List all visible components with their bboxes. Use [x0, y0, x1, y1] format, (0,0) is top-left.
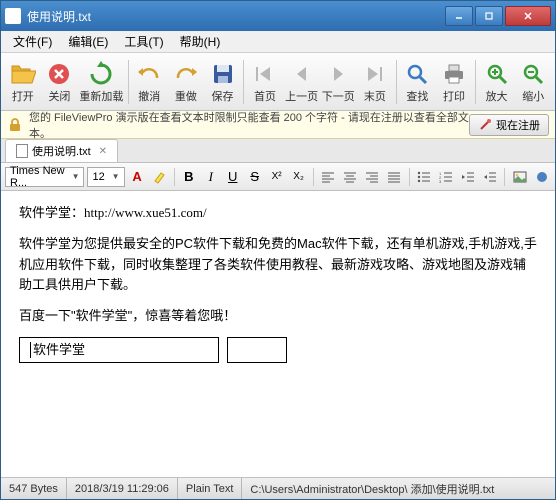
- content-para-1: 软件学堂为您提供最安全的PC软件下载和免费的Mac软件下载，还有单机游戏,手机游…: [19, 234, 537, 296]
- redo-button[interactable]: 重做: [168, 56, 204, 108]
- banner-message: 您的 FileViewPro 演示版在查看文本时限制只能查看 200 个字符 -…: [29, 109, 469, 141]
- underline-button[interactable]: U: [223, 167, 242, 187]
- reload-button[interactable]: 重新加载: [78, 56, 124, 108]
- align-center-button[interactable]: [341, 167, 360, 187]
- redo-icon: [172, 60, 200, 88]
- last-page-icon: [361, 60, 389, 88]
- undo-button[interactable]: 撤消: [131, 56, 167, 108]
- trial-banner: 您的 FileViewPro 演示版在查看文本时限制只能查看 200 个字符 -…: [1, 111, 555, 139]
- last-page-button[interactable]: 末页: [357, 56, 393, 108]
- statusbar: 547 Bytes 2018/3/19 11:29:06 Plain Text …: [1, 477, 555, 499]
- font-family-combo[interactable]: Times New R...▼: [5, 167, 84, 187]
- bold-button[interactable]: B: [179, 167, 198, 187]
- folder-open-icon: [9, 60, 37, 88]
- save-icon: [209, 60, 237, 88]
- close-button[interactable]: [505, 6, 551, 26]
- prev-page-button[interactable]: 上一页: [284, 56, 320, 108]
- menu-file[interactable]: 文件(F): [5, 31, 60, 52]
- indent-button[interactable]: [480, 167, 499, 187]
- subscript-button[interactable]: X₂: [289, 167, 308, 187]
- document-content[interactable]: 软件学堂：http://www.xue51.com/ 软件学堂为您提供最安全的P…: [1, 191, 555, 477]
- insert-link-button[interactable]: [532, 167, 551, 187]
- main-toolbar: 打开 关闭 重新加载 撤消 重做 保存 首页 上一页 下一页 末页 查找 打印 …: [1, 53, 555, 111]
- search-icon: [403, 60, 431, 88]
- status-size: 547 Bytes: [1, 478, 67, 499]
- window-title: 使用说明.txt: [27, 8, 443, 25]
- document-tabbar: 使用说明.txt ✕: [1, 139, 555, 163]
- next-page-button[interactable]: 下一页: [320, 56, 356, 108]
- app-icon: [5, 8, 21, 24]
- status-path: C:\Users\Administrator\Desktop\ 添加\使用说明.…: [242, 478, 555, 499]
- open-button[interactable]: 打开: [5, 56, 41, 108]
- reload-icon: [87, 60, 115, 88]
- print-button[interactable]: 打印: [436, 56, 472, 108]
- prev-page-icon: [288, 60, 316, 88]
- number-list-button[interactable]: 123: [437, 167, 456, 187]
- content-line-1: 软件学堂：http://www.xue51.com/: [19, 203, 537, 224]
- maximize-button[interactable]: [475, 6, 503, 26]
- status-type: Plain Text: [178, 478, 243, 499]
- close-file-button[interactable]: 关闭: [42, 56, 78, 108]
- align-justify-button[interactable]: [385, 167, 404, 187]
- zoom-out-icon: [519, 60, 547, 88]
- menu-edit[interactable]: 编辑(E): [60, 31, 116, 52]
- superscript-button[interactable]: X²: [267, 167, 286, 187]
- align-right-button[interactable]: [363, 167, 382, 187]
- save-button[interactable]: 保存: [205, 56, 241, 108]
- document-icon: [16, 144, 28, 158]
- svg-text:3: 3: [439, 179, 442, 183]
- titlebar: 使用说明.txt: [1, 1, 555, 31]
- first-page-icon: [251, 60, 279, 88]
- strike-button[interactable]: S: [245, 167, 264, 187]
- next-page-icon: [324, 60, 352, 88]
- menubar: 文件(F) 编辑(E) 工具(T) 帮助(H): [1, 31, 555, 53]
- zoom-out-button[interactable]: 缩小: [515, 56, 551, 108]
- insert-image-button[interactable]: [510, 167, 529, 187]
- content-para-2: 百度一下"软件学堂"，惊喜等着您哦！: [19, 306, 537, 327]
- zoom-in-button[interactable]: 放大: [479, 56, 515, 108]
- align-left-button[interactable]: [319, 167, 338, 187]
- content-box-2: [227, 337, 287, 363]
- print-icon: [440, 60, 468, 88]
- content-box-row: 软件学堂: [19, 337, 537, 363]
- find-button[interactable]: 查找: [400, 56, 436, 108]
- menu-tools[interactable]: 工具(T): [116, 31, 171, 52]
- register-button[interactable]: 现在注册: [469, 114, 549, 136]
- wand-icon: [478, 118, 492, 132]
- zoom-in-icon: [483, 60, 511, 88]
- status-datetime: 2018/3/19 11:29:06: [67, 478, 178, 499]
- document-tab[interactable]: 使用说明.txt ✕: [5, 139, 118, 162]
- minimize-button[interactable]: [445, 6, 473, 26]
- first-page-button[interactable]: 首页: [247, 56, 283, 108]
- format-toolbar: Times New R...▼ 12▼ A B I U S X² X₂ 123: [1, 163, 555, 191]
- menu-help[interactable]: 帮助(H): [172, 31, 229, 52]
- undo-icon: [135, 60, 163, 88]
- tab-label: 使用说明.txt: [32, 143, 91, 159]
- italic-button[interactable]: I: [201, 167, 220, 187]
- font-color-button[interactable]: A: [128, 167, 147, 187]
- lock-icon: [7, 117, 23, 133]
- close-file-icon: [45, 60, 73, 88]
- highlight-button[interactable]: [150, 167, 169, 187]
- bullet-list-button[interactable]: [415, 167, 434, 187]
- content-box-1: 软件学堂: [19, 337, 219, 363]
- outdent-button[interactable]: [458, 167, 477, 187]
- font-size-combo[interactable]: 12▼: [87, 167, 124, 187]
- tab-close-icon[interactable]: ✕: [99, 146, 107, 157]
